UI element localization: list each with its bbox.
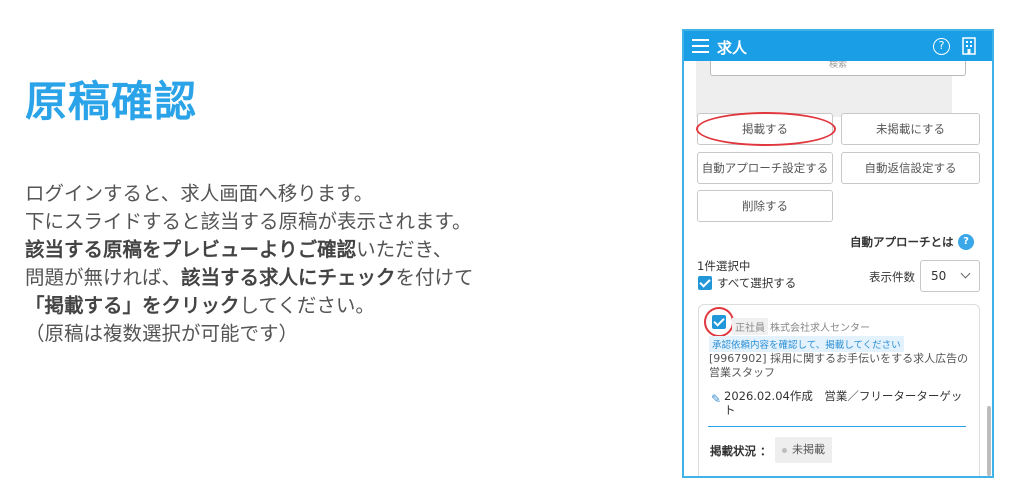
search-panel: 検索 xyxy=(696,61,966,117)
search-button[interactable]: 検索 xyxy=(710,61,966,76)
emphasis-text: 該当する求人にチェック xyxy=(181,266,396,289)
per-page-label: 表示件数 xyxy=(869,270,915,284)
instruction-line: 下にスライドすると該当する原稿が表示されます。 xyxy=(25,208,474,236)
plain-text: いただき、 xyxy=(356,238,453,261)
status-label: 掲載状況 ： xyxy=(710,444,772,458)
plain-text: 下にスライドすると該当する原稿が表示されます。 xyxy=(25,210,472,233)
scrollbar[interactable] xyxy=(987,406,991,476)
plain-text: ログインすると、求人画面へ移ります。 xyxy=(25,182,374,205)
instruction-line: 「掲載する」をクリックしてください。 xyxy=(25,292,474,320)
status-value: 未掲載 xyxy=(792,443,825,456)
select-all-label[interactable]: すべて選択する xyxy=(717,275,796,291)
auto-approach-info-link[interactable]: 自動アプローチとは xyxy=(850,234,954,250)
app-header: 求人 ? xyxy=(684,31,992,61)
job-title[interactable]: [9967902] 採用に関するお手伝いをする求人広告の営業スタッフ xyxy=(709,352,969,380)
plain-text: 問題が無ければ、 xyxy=(25,266,182,289)
select-all-checkbox[interactable] xyxy=(698,276,712,290)
auto-reply-setting-button[interactable]: 自動返信設定する xyxy=(841,152,980,184)
plain-text: を付けて xyxy=(395,266,474,289)
emphasis-text: 該当する原稿をプレビューよりご確認 xyxy=(25,238,357,261)
plain-text: （原稿は複数選択が可能です） xyxy=(25,322,299,345)
auto-approach-setting-button[interactable]: 自動アプローチ設定する xyxy=(697,152,833,184)
unpublish-button[interactable]: 未掲載にする xyxy=(841,113,980,145)
divider xyxy=(708,426,966,427)
instruction-line: 問題が無ければ、該当する求人にチェックを付けて xyxy=(25,264,474,292)
instructions-text: ログインすると、求人画面へ移ります。下にスライドすると該当する原稿が表示されます… xyxy=(25,180,474,348)
publish-highlight-circle xyxy=(696,112,836,146)
instruction-line: ログインすると、求人画面へ移ります。 xyxy=(25,180,474,208)
per-page-value: 50 xyxy=(931,269,947,283)
hamburger-menu-icon[interactable] xyxy=(692,39,709,53)
emphasis-text: 「掲載する」をクリック xyxy=(25,294,240,317)
delete-button[interactable]: 削除する xyxy=(697,190,833,222)
chevron-down-icon xyxy=(960,268,971,279)
status-badge: 未掲載 xyxy=(775,437,832,463)
instruction-line: 該当する原稿をプレビューよりご確認いただき、 xyxy=(25,236,474,264)
checkbox-highlight-circle xyxy=(704,307,734,337)
plain-text: してください。 xyxy=(239,294,375,317)
pencil-icon: ✎ xyxy=(711,392,722,406)
instruction-line: （原稿は複数選択が可能です） xyxy=(25,320,474,348)
mobile-screen: 求人 ? 検索 掲載する 未掲載にする 自動アプローチ設定する 自動返信設定する… xyxy=(682,29,994,478)
employment-type-badge: 正社員 xyxy=(732,318,768,335)
approval-notice: 承認依頼内容を確認して、掲載してください xyxy=(709,336,904,352)
per-page-select[interactable]: 50 xyxy=(920,260,980,292)
company-name: 株式会社求人センター xyxy=(770,323,870,334)
status-dot-icon xyxy=(782,447,787,453)
help-icon[interactable]: ? xyxy=(933,38,950,55)
created-info: 2026.02.04作成 営業／フリーターターゲット xyxy=(724,389,963,417)
page-title: 原稿確認 xyxy=(25,77,198,126)
selected-count: 1件選択中 xyxy=(697,259,751,273)
question-icon[interactable]: ? xyxy=(958,234,974,250)
building-icon[interactable] xyxy=(961,37,977,55)
header-title: 求人 xyxy=(717,39,748,57)
